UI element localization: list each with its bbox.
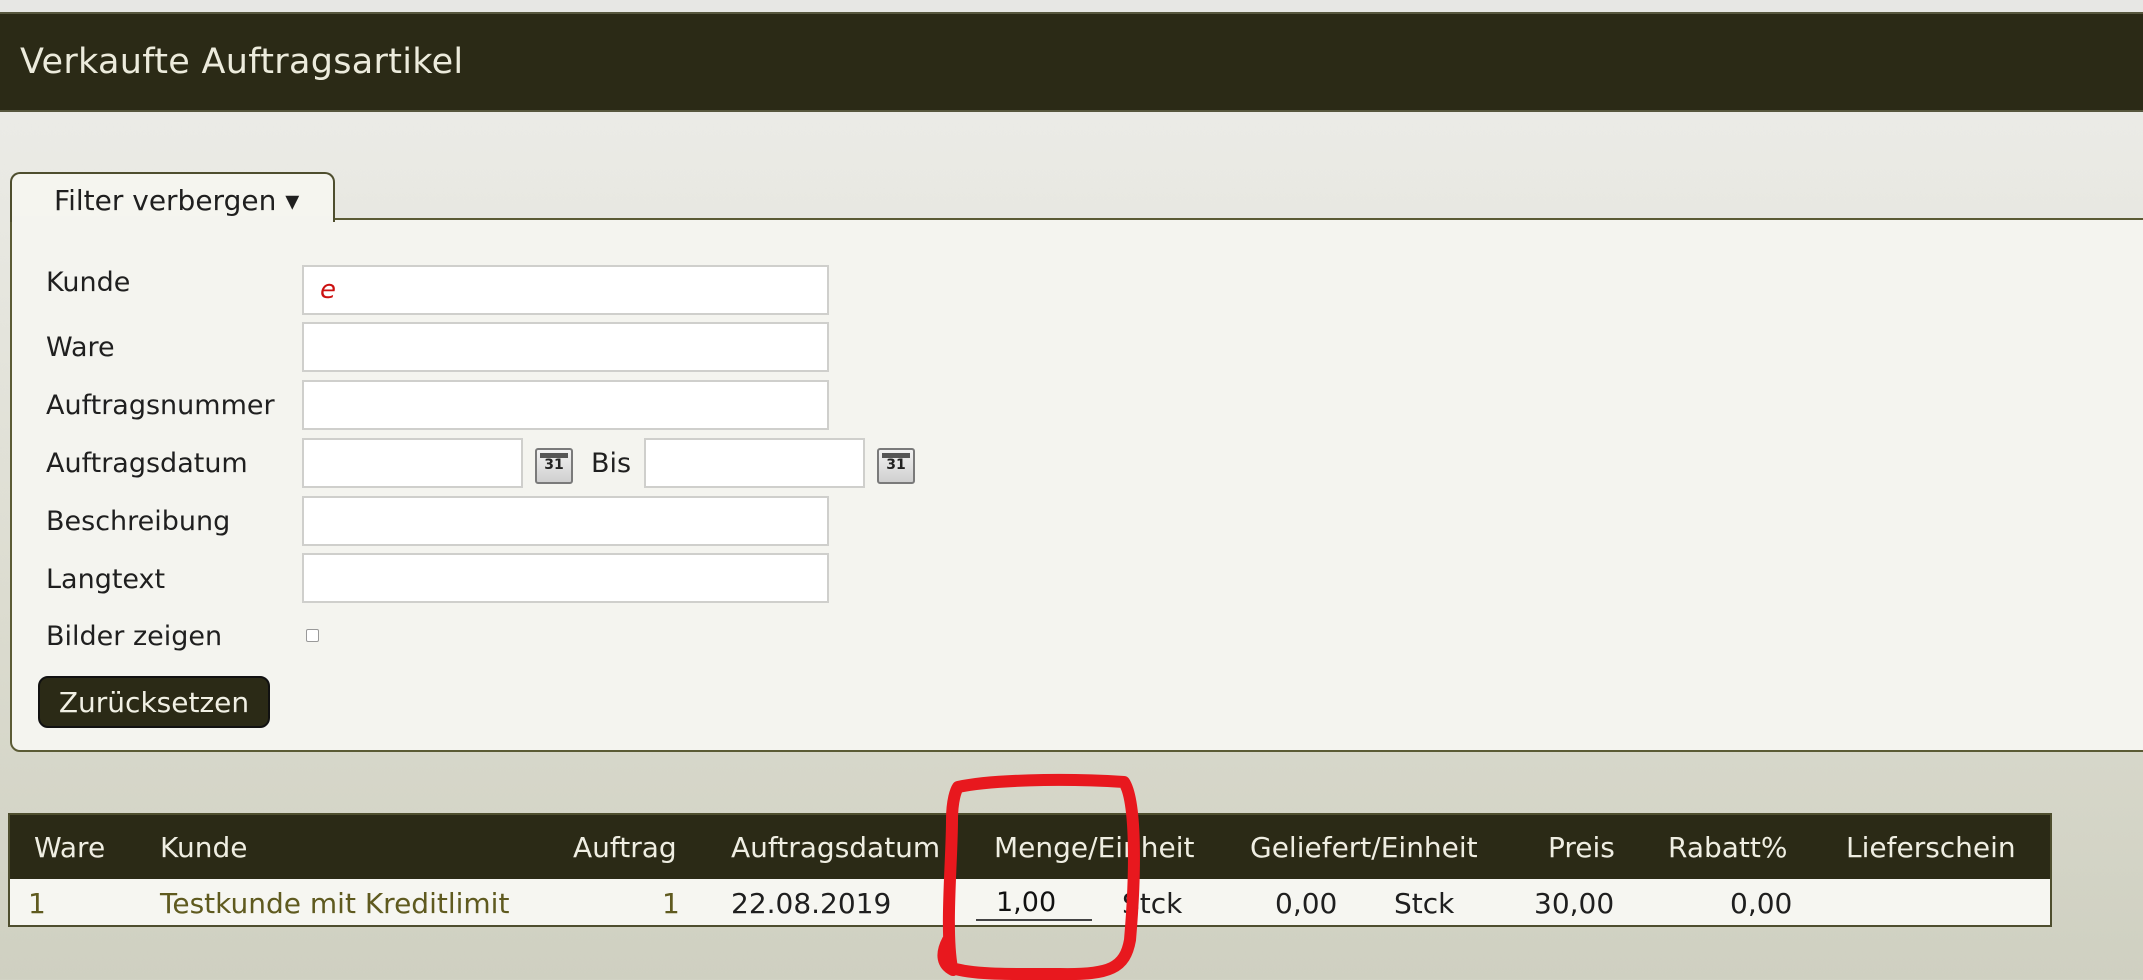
cell-preis: 30,00 [1534,887,1615,920]
header-ware[interactable]: Ware [34,831,105,864]
cell-auftragsdatum: 22.08.2019 [731,887,892,920]
bilder-zeigen-checkbox[interactable] [306,629,319,642]
header-auftragsdatum[interactable]: Auftragsdatum [731,831,940,864]
kunde-label: Kunde [46,267,131,298]
cell-ware[interactable]: 1 [28,887,46,920]
calendar-icon-to[interactable]: 31 [877,448,915,484]
beschreibung-label: Beschreibung [46,506,231,537]
top-strip [0,0,2143,12]
langtext-input[interactable] [302,553,829,603]
ware-label: Ware [46,332,115,363]
cell-geliefert-einheit: Stck [1394,887,1455,920]
beschreibung-input[interactable] [302,496,829,546]
header-preis[interactable]: Preis [1548,831,1615,864]
filter-toggle-label[interactable]: Filter verbergen ▾ [54,184,299,217]
auftragsnummer-input[interactable] [302,380,829,430]
header-lieferschein[interactable]: Lieferschein [1846,831,2016,864]
reset-button[interactable]: Zurücksetzen [38,676,270,728]
header-auftrag[interactable]: Auftrag [573,831,677,864]
filter-toggle-tab[interactable]: Filter verbergen ▾ [10,172,335,222]
cell-geliefert: 0,00 [1275,887,1338,920]
calendar-icon-from[interactable]: 31 [535,448,573,484]
page-title: Verkaufte Auftragsartikel [20,42,464,82]
header-geliefert-einheit[interactable]: Geliefert/Einheit [1250,831,1478,864]
cell-kunde[interactable]: Testkunde mit Kreditlimit [160,887,509,920]
langtext-label: Langtext [46,564,166,595]
cell-auftrag[interactable]: 1 [662,887,680,920]
bis-label: Bis [591,448,632,479]
header-kunde[interactable]: Kunde [160,831,247,864]
ware-input[interactable] [302,322,829,372]
header-rabatt[interactable]: Rabatt% [1668,831,1788,864]
bilder-zeigen-label: Bilder zeigen [46,621,223,652]
auftragsdatum-to-input[interactable] [644,438,865,488]
auftragsnummer-label: Auftragsnummer [46,390,275,421]
tab-joint [12,216,333,222]
title-bar: Verkaufte Auftragsartikel [0,12,2143,112]
cell-menge-einheit: Stck [1122,887,1183,920]
table-header: Ware Kunde Auftrag Auftragsdatum Menge/E… [10,815,2050,879]
auftragsdatum-from-input[interactable] [302,438,523,488]
auftragsdatum-label: Auftragsdatum [46,448,248,479]
cell-rabatt: 0,00 [1730,887,1793,920]
header-menge-einheit[interactable]: Menge/Einheit [994,831,1195,864]
kunde-input[interactable] [302,265,829,315]
menge-input[interactable] [976,885,1092,921]
table-row: 1 Testkunde mit Kreditlimit 1 22.08.2019… [10,879,2050,925]
results-table: Ware Kunde Auftrag Auftragsdatum Menge/E… [8,813,2052,927]
